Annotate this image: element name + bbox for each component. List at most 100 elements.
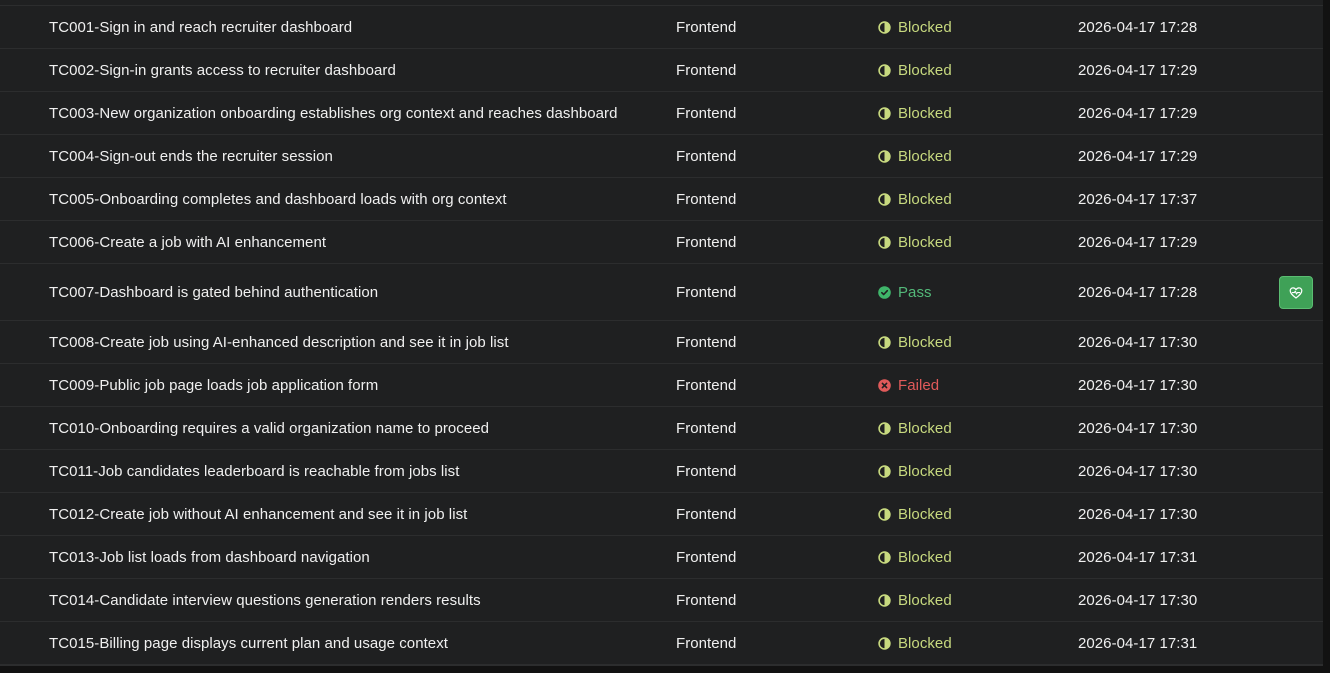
- half-circle-icon: [878, 106, 891, 120]
- test-timestamp: 2026-04-17 17:30: [1078, 419, 1198, 437]
- test-timestamp: 2026-04-17 17:30: [1078, 505, 1198, 523]
- status-label: Blocked: [898, 190, 952, 208]
- test-timestamp: 2026-04-17 17:29: [1078, 147, 1198, 165]
- test-type: Frontend: [676, 104, 737, 122]
- status-label: Blocked: [898, 505, 952, 523]
- test-case-name: TC015-Billing page displays current plan…: [49, 634, 448, 652]
- test-status: Blocked: [878, 92, 1058, 134]
- test-status: Blocked: [878, 493, 1058, 535]
- half-circle-icon: [878, 464, 891, 478]
- test-timestamp: 2026-04-17 17:29: [1078, 104, 1198, 122]
- status-label: Blocked: [898, 419, 952, 437]
- table-row[interactable]: TC008-Create job using AI-enhanced descr…: [0, 321, 1323, 364]
- test-timestamp: 2026-04-17 17:31: [1078, 634, 1198, 652]
- test-type: Frontend: [676, 147, 737, 165]
- test-timestamp: 2026-04-17 17:29: [1078, 61, 1198, 79]
- half-circle-icon: [878, 335, 891, 349]
- table-row[interactable]: TC015-Billing page displays current plan…: [0, 622, 1323, 665]
- test-type: Frontend: [676, 548, 737, 566]
- test-case-name: TC006-Create a job with AI enhancement: [49, 233, 327, 251]
- status-label: Blocked: [898, 104, 952, 122]
- status-label: Pass: [898, 283, 932, 301]
- test-results-table: TC001-Sign in and reach recruiter dashbo…: [0, 0, 1323, 666]
- test-case-name: TC009-Public job page loads job applicat…: [49, 376, 379, 394]
- test-timestamp: 2026-04-17 17:28: [1078, 18, 1198, 36]
- status-label: Blocked: [898, 233, 952, 251]
- status-label: Blocked: [898, 147, 952, 165]
- test-case-name: TC003-New organization onboarding establ…: [49, 104, 618, 122]
- check-circle-icon: [878, 285, 891, 299]
- test-type: Frontend: [676, 233, 737, 251]
- table-row[interactable]: TC002-Sign-in grants access to recruiter…: [0, 49, 1323, 92]
- half-circle-icon: [878, 20, 891, 34]
- status-label: Blocked: [898, 591, 952, 609]
- table-row[interactable]: TC010-Onboarding requires a valid organi…: [0, 407, 1323, 450]
- test-type: Frontend: [676, 634, 737, 652]
- status-label: Blocked: [898, 333, 952, 351]
- test-case-name: TC011-Job candidates leaderboard is reac…: [49, 462, 460, 480]
- half-circle-icon: [878, 593, 891, 607]
- table-row[interactable]: TC012-Create job without AI enhancement …: [0, 493, 1323, 536]
- half-circle-icon: [878, 636, 891, 650]
- test-status: Blocked: [878, 6, 1058, 48]
- test-status: Blocked: [878, 178, 1058, 220]
- test-case-name: TC005-Onboarding completes and dashboard…: [49, 190, 507, 208]
- test-case-name: TC001-Sign in and reach recruiter dashbo…: [49, 18, 353, 36]
- half-circle-icon: [878, 149, 891, 163]
- table-row[interactable]: TC006-Create a job with AI enhancement F…: [0, 221, 1323, 264]
- status-label: Blocked: [898, 462, 952, 480]
- test-status: Blocked: [878, 622, 1058, 664]
- test-type: Frontend: [676, 376, 737, 394]
- half-circle-icon: [878, 507, 891, 521]
- test-timestamp: 2026-04-17 17:30: [1078, 376, 1198, 394]
- test-timestamp: 2026-04-17 17:28: [1078, 283, 1198, 301]
- table-row[interactable]: TC013-Job list loads from dashboard navi…: [0, 536, 1323, 579]
- table-row[interactable]: TC007-Dashboard is gated behind authenti…: [0, 264, 1323, 321]
- health-check-button[interactable]: [1279, 276, 1313, 309]
- test-type: Frontend: [676, 462, 737, 480]
- heart-pulse-icon: [1289, 286, 1303, 300]
- test-type: Frontend: [676, 419, 737, 437]
- test-case-name: TC007-Dashboard is gated behind authenti…: [49, 283, 379, 301]
- half-circle-icon: [878, 235, 891, 249]
- test-type: Frontend: [676, 18, 737, 36]
- test-status: Blocked: [878, 450, 1058, 492]
- page-bottom-edge: [0, 666, 1330, 673]
- scrollbar-track[interactable]: [1323, 0, 1330, 673]
- table-row[interactable]: TC004-Sign-out ends the recruiter sessio…: [0, 135, 1323, 178]
- table-row[interactable]: TC005-Onboarding completes and dashboard…: [0, 178, 1323, 221]
- test-status: Blocked: [878, 579, 1058, 621]
- test-case-name: TC002-Sign-in grants access to recruiter…: [49, 61, 396, 79]
- x-circle-icon: [878, 378, 891, 392]
- status-label: Blocked: [898, 548, 952, 566]
- test-status: Blocked: [878, 221, 1058, 263]
- test-status: Blocked: [878, 407, 1058, 449]
- test-timestamp: 2026-04-17 17:30: [1078, 462, 1198, 480]
- half-circle-icon: [878, 550, 891, 564]
- test-status: Blocked: [878, 135, 1058, 177]
- status-label: Blocked: [898, 61, 952, 79]
- test-status: Blocked: [878, 321, 1058, 363]
- test-type: Frontend: [676, 61, 737, 79]
- table-row[interactable]: TC014-Candidate interview questions gene…: [0, 579, 1323, 622]
- test-timestamp: 2026-04-17 17:31: [1078, 548, 1198, 566]
- test-case-name: TC004-Sign-out ends the recruiter sessio…: [49, 147, 333, 165]
- table-row[interactable]: TC001-Sign in and reach recruiter dashbo…: [0, 6, 1323, 49]
- status-label: Blocked: [898, 18, 952, 36]
- status-label: Blocked: [898, 634, 952, 652]
- table-body: TC001-Sign in and reach recruiter dashbo…: [0, 6, 1323, 665]
- test-timestamp: 2026-04-17 17:29: [1078, 233, 1198, 251]
- status-label: Failed: [898, 376, 940, 394]
- test-status: Blocked: [878, 49, 1058, 91]
- test-case-name: TC008-Create job using AI-enhanced descr…: [49, 333, 509, 351]
- table-row[interactable]: TC009-Public job page loads job applicat…: [0, 364, 1323, 407]
- test-status: Failed: [878, 364, 1058, 406]
- half-circle-icon: [878, 192, 891, 206]
- table-row[interactable]: TC003-New organization onboarding establ…: [0, 92, 1323, 135]
- test-timestamp: 2026-04-17 17:30: [1078, 591, 1198, 609]
- half-circle-icon: [878, 63, 891, 77]
- table-row[interactable]: TC011-Job candidates leaderboard is reac…: [0, 450, 1323, 493]
- test-type: Frontend: [676, 283, 737, 301]
- test-case-name: TC013-Job list loads from dashboard navi…: [49, 548, 370, 566]
- test-type: Frontend: [676, 190, 737, 208]
